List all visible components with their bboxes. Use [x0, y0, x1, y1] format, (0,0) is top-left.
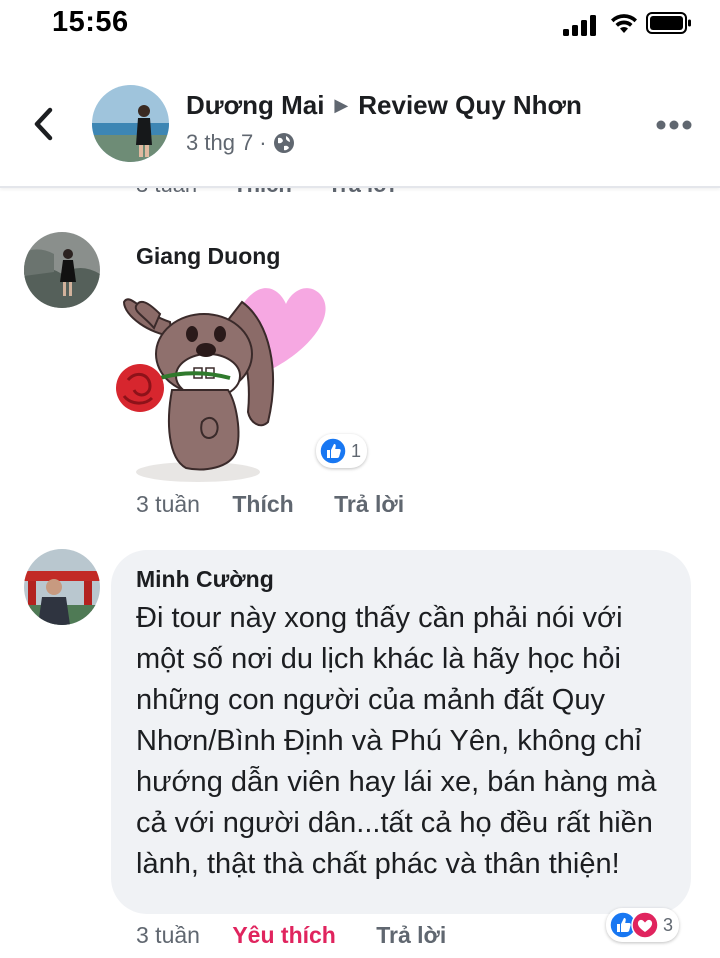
- battery-icon: [646, 12, 691, 34]
- reply-button[interactable]: Trả lời: [376, 922, 446, 948]
- post-meta: 3 thg 7 ·: [186, 130, 295, 156]
- comment-time[interactable]: 3 tuần: [136, 922, 200, 948]
- globe-icon: [273, 133, 294, 153]
- post-date[interactable]: 3 thg 7: [186, 130, 253, 156]
- reaction-count: 1: [351, 440, 362, 461]
- author-avatar[interactable]: [92, 85, 169, 162]
- commenter-avatar-minh[interactable]: [24, 549, 100, 625]
- signal-icon: [563, 15, 596, 36]
- commenter-avatar-giang[interactable]: [24, 232, 100, 308]
- back-chevron-icon[interactable]: [28, 104, 62, 144]
- comment-actions-minh: 3 tuần Yêu thích Trả lời: [136, 922, 446, 949]
- post-title[interactable]: Dương Mai ▶ Review Quy Nhơn: [186, 90, 582, 121]
- reply-button[interactable]: Trả lời: [334, 491, 404, 517]
- commenter-name-minh[interactable]: Minh Cường: [136, 566, 274, 593]
- post-header: Dương Mai ▶ Review Quy Nhơn 3 thg 7 ·: [0, 60, 720, 188]
- heart-icon: [631, 911, 659, 939]
- comment-bubble-minh[interactable]: Minh Cường Đi tour này xong thấy cần phả…: [111, 550, 691, 914]
- reaction-summary-giang[interactable]: 1: [316, 434, 368, 468]
- meta-separator: ·: [259, 130, 267, 155]
- reaction-count: 3: [663, 914, 674, 935]
- reaction-summary-minh[interactable]: 3: [606, 908, 680, 942]
- commenter-name-giang[interactable]: Giang Duong: [136, 243, 280, 270]
- status-bar: 15:56: [0, 0, 720, 48]
- comment-text: Đi tour này xong thấy cần phải nói với m…: [136, 602, 657, 880]
- like-icon: [319, 437, 347, 465]
- comment-actions-giang: 3 tuần Thích Trả lời: [136, 491, 404, 518]
- wifi-icon: [611, 14, 637, 33]
- arrow-right-icon: ▶: [334, 95, 349, 115]
- author-name[interactable]: Dương Mai: [186, 90, 324, 120]
- group-name[interactable]: Review Quy Nhơn: [358, 90, 582, 120]
- love-reaction-button[interactable]: Yêu thích: [232, 922, 336, 948]
- like-button[interactable]: Thích: [232, 491, 293, 517]
- comment-time[interactable]: 3 tuần: [136, 491, 200, 517]
- dog-rose-heart-sticker: [116, 288, 326, 482]
- more-options-icon[interactable]: [654, 118, 694, 132]
- status-time: 15:56: [52, 6, 129, 38]
